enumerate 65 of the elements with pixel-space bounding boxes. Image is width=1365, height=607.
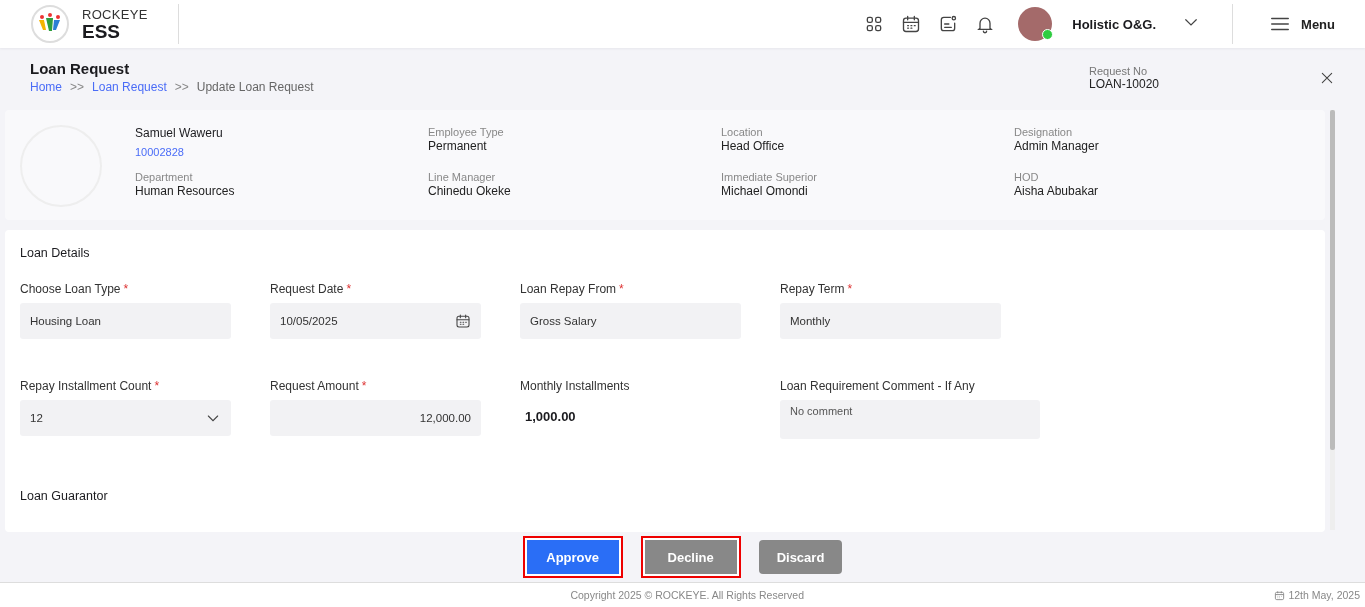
field-label: Monthly Installments xyxy=(520,379,630,393)
required-mark: * xyxy=(619,282,624,296)
message-icon[interactable] xyxy=(938,14,959,34)
calendar-icon[interactable] xyxy=(455,313,471,329)
copyright-text: Copyright 2025 © ROCKEYE. All Rights Reserved xyxy=(569,589,805,601)
detail-label: Designation xyxy=(1014,125,1074,139)
breadcrumb-link[interactable]: Loan Request xyxy=(92,80,167,94)
brand-name: ROCKEYE xyxy=(82,6,148,22)
amount-field[interactable]: 12,000.00 xyxy=(270,400,481,436)
logo-icon xyxy=(30,4,70,44)
dropdown-field[interactable]: 12 xyxy=(20,400,231,436)
detail-label: Location xyxy=(721,125,764,139)
breadcrumb-link[interactable]: Home xyxy=(30,80,62,94)
comment-field[interactable]: No comment xyxy=(780,400,1040,439)
close-icon[interactable] xyxy=(1319,70,1335,86)
required-mark: * xyxy=(154,379,160,393)
section-title: Loan Guarantor xyxy=(20,489,109,503)
user-name[interactable]: Holistic O&G. xyxy=(1072,16,1157,32)
scrollbar[interactable] xyxy=(1330,110,1335,530)
action-button[interactable]: Decline xyxy=(640,536,741,578)
breadcrumb-separator: >> xyxy=(70,80,85,94)
detail-value: Admin Manager xyxy=(1014,139,1100,154)
request-no-label: Request No xyxy=(1089,65,1149,77)
footer-date: 12th May, 2025 xyxy=(1288,589,1360,601)
required-mark: * xyxy=(346,282,352,296)
section-title: Loan Details xyxy=(20,246,91,260)
detail-label: HOD xyxy=(1014,170,1040,184)
text-field[interactable]: Gross Salary xyxy=(520,303,741,339)
calendar-icon xyxy=(1274,589,1286,601)
text-field[interactable]: Monthly xyxy=(780,303,1001,339)
date-field[interactable]: 10/05/2025 xyxy=(270,303,481,339)
menu-button[interactable]: Menu xyxy=(1269,13,1335,35)
required-mark: * xyxy=(123,282,129,296)
text-field[interactable]: Housing Loan xyxy=(20,303,231,339)
employee-name: Samuel Waweru xyxy=(135,125,224,142)
field-label: Repay Installment Count xyxy=(20,379,152,393)
detail-label: Employee Type xyxy=(428,125,505,139)
action-button[interactable]: Discard xyxy=(758,540,843,574)
request-no-value: LOAN-10020 xyxy=(1089,77,1161,91)
detail-value: Human Resources xyxy=(135,184,236,199)
field-label: Request Amount xyxy=(270,379,359,393)
calendar-icon[interactable] xyxy=(901,14,922,34)
approve-button[interactable]: Approve xyxy=(522,536,623,578)
detail-value: Aisha Abubakar xyxy=(1014,184,1100,199)
breadcrumb-separator: >> xyxy=(174,80,189,94)
breadcrumb-current: Update Loan Request xyxy=(196,80,314,94)
field-label: Choose Loan Type xyxy=(20,282,121,296)
required-mark: * xyxy=(361,379,367,393)
field-label: Request Date xyxy=(270,282,344,296)
field-label: Loan Requirement Comment - If Any xyxy=(780,379,975,393)
page-title: Loan Request xyxy=(30,60,131,77)
detail-label: Line Manager xyxy=(428,170,497,184)
brand-subtitle: ESS xyxy=(82,21,122,42)
detail-value: Chinedu Okeke xyxy=(428,184,512,199)
detail-value: Permanent xyxy=(428,139,488,154)
installment-value: 1,000.00 xyxy=(524,408,577,426)
user-avatar[interactable] xyxy=(1018,7,1053,41)
detail-label: Department xyxy=(135,170,194,184)
detail-label: Immediate Superior xyxy=(721,170,818,184)
detail-value: Michael Omondi xyxy=(721,184,809,199)
employee-id-link[interactable]: 10002828 xyxy=(135,146,428,158)
required-mark: * xyxy=(847,282,853,296)
field-label: Repay Term xyxy=(780,282,845,296)
field-label: Loan Repay From xyxy=(520,282,617,296)
detail-value: Head Office xyxy=(721,139,786,154)
